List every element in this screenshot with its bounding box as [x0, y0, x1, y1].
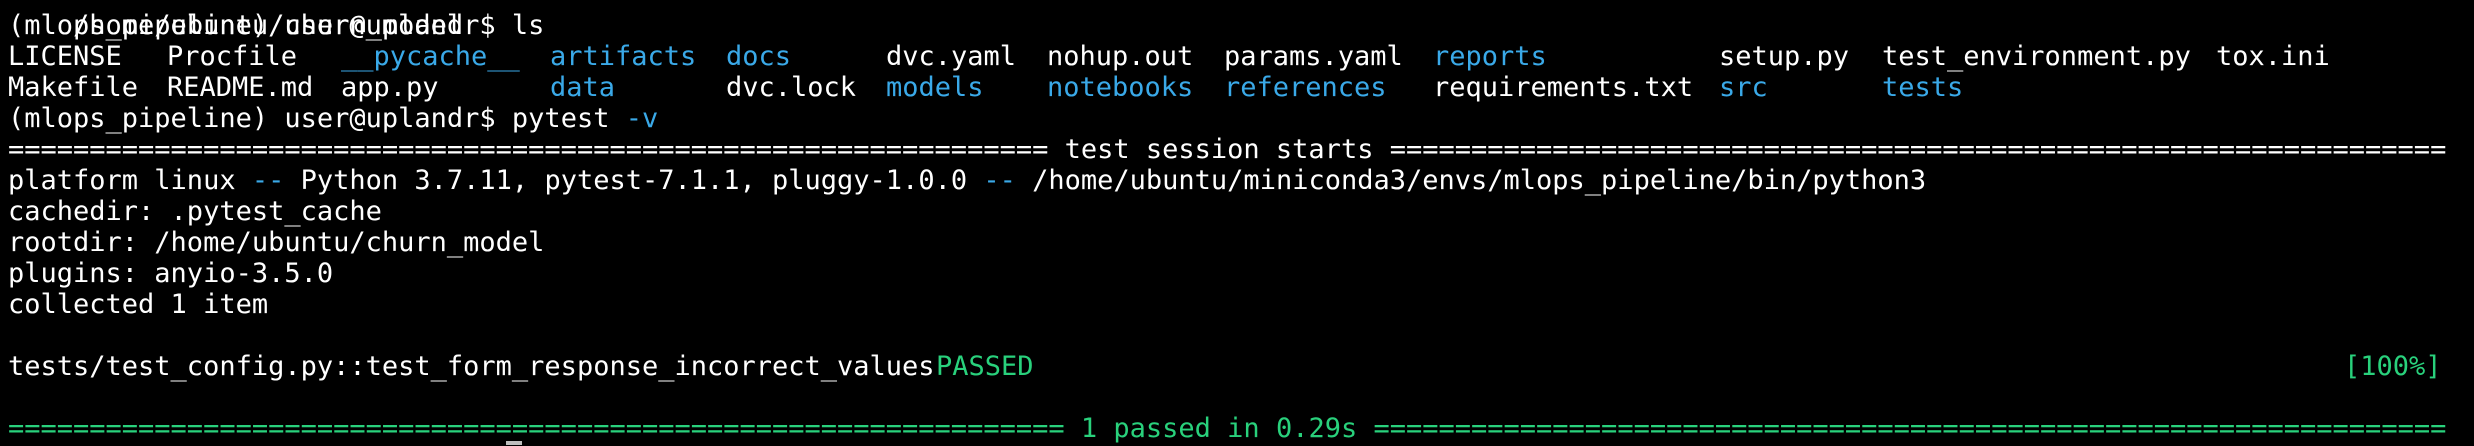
prompt-line-ls: (mlops_pipeline) user@uplandr$ ls [8, 10, 2474, 41]
ls-output-row-1: LICENSE Procfile __pycache__ artifacts docs d… [8, 41, 2474, 72]
ls-file-entry: nohup.out [1047, 41, 1194, 72]
ls-file-entry: Makefile [8, 72, 139, 103]
ls-directory-entry: notebooks [1047, 72, 1194, 103]
summary-separator: ========================================… [8, 413, 2474, 444]
ls-file-entry: setup.py [1719, 41, 1850, 72]
ls-file-entry: params.yaml [1224, 41, 1403, 72]
rootdir-line: rootdir: /home/ubuntu/churn_model [8, 227, 2474, 258]
collected-text: collected 1 item [8, 289, 269, 320]
dashes: -- [251, 165, 285, 196]
ls-file-entry: LICENSE [8, 41, 122, 72]
passed-duration: in 0.29s [1210, 413, 1374, 444]
rootdir-text: rootdir: /home/ubuntu/churn_model [8, 227, 545, 258]
platform-prefix: platform linux [8, 165, 252, 196]
test-percent: [100%] [2344, 351, 2442, 382]
ls-file-entry: Procfile [167, 41, 298, 72]
passed-count: 1 passed [1080, 413, 1211, 444]
command-flag: -v [625, 103, 659, 134]
ls-directory-entry: references [1224, 72, 1387, 103]
separator-left: ========================================… [8, 134, 1049, 165]
terminal-window[interactable]: { "colors": { "background": "#000000", "… [0, 0, 2474, 446]
terminal-output: /home/ubuntu/churn_model (mlops_pipeline… [8, 0, 2474, 444]
plugins-text: plugins: anyio-3.5.0 [8, 258, 334, 289]
prompt-line-pytest: (mlops_pipeline) user@uplandr$ pytest -v [8, 103, 2474, 134]
separator-right: ========================================… [1389, 134, 2447, 165]
plugins-line: plugins: anyio-3.5.0 [8, 258, 2474, 289]
ls-file-entry: tox.ini [2216, 41, 2330, 72]
text-cursor [506, 441, 522, 445]
platform-line: platform linux -- Python 3.7.11, pytest-… [8, 165, 2474, 196]
ls-directory-entry: data [550, 72, 616, 103]
path-line-partial: /home/ubuntu/churn_model [8, 0, 2474, 41]
ls-directory-entry: src [1719, 72, 1768, 103]
shell-prompt: (mlops_pipeline) user@uplandr$ [8, 10, 512, 41]
test-name: tests/test_config.py::test_form_response… [8, 351, 951, 382]
ls-output-row-2: Makefile README.md app.py data dvc.lock model… [8, 72, 2474, 103]
ls-directory-entry: tests [1882, 72, 1964, 103]
python-path: /home/ubuntu/miniconda3/envs/mlops_pipel… [1015, 165, 1927, 196]
ls-file-entry: requirements.txt [1433, 72, 1694, 103]
platform-versions: Python 3.7.11, pytest-7.1.1, pluggy-1.0.… [284, 165, 984, 196]
command-text: ls [511, 10, 545, 41]
command-text: pytest [511, 103, 610, 134]
ls-file-entry: dvc.lock [726, 72, 857, 103]
ls-file-entry: test_environment.py [1882, 41, 2191, 72]
ls-directory-entry: artifacts [550, 41, 697, 72]
ls-file-entry: dvc.yaml [886, 41, 1017, 72]
ls-directory-entry: models [886, 72, 984, 103]
session-start-separator: ========================================… [8, 134, 2474, 165]
session-title: test session starts [1048, 134, 1390, 165]
test-result-line: tests/test_config.py::test_form_response… [8, 351, 2474, 382]
ls-file-entry: app.py [341, 72, 439, 103]
ls-directory-entry: reports [1433, 41, 1547, 72]
cachedir-text: cachedir: .pytest_cache [8, 196, 382, 227]
test-status: PASSED [936, 351, 1034, 382]
separator-left: ========================================… [8, 413, 1065, 444]
cachedir-line: cachedir: .pytest_cache [8, 196, 2474, 227]
shell-prompt: (mlops_pipeline) user@uplandr$ [8, 103, 512, 134]
separator-right: ========================================… [1373, 413, 2447, 444]
ls-directory-entry: docs [726, 41, 792, 72]
collected-line: collected 1 item [8, 289, 2474, 320]
dashes: -- [983, 165, 1016, 196]
ls-directory-entry: __pycache__ [341, 41, 520, 72]
ls-file-entry: README.md [167, 72, 314, 103]
